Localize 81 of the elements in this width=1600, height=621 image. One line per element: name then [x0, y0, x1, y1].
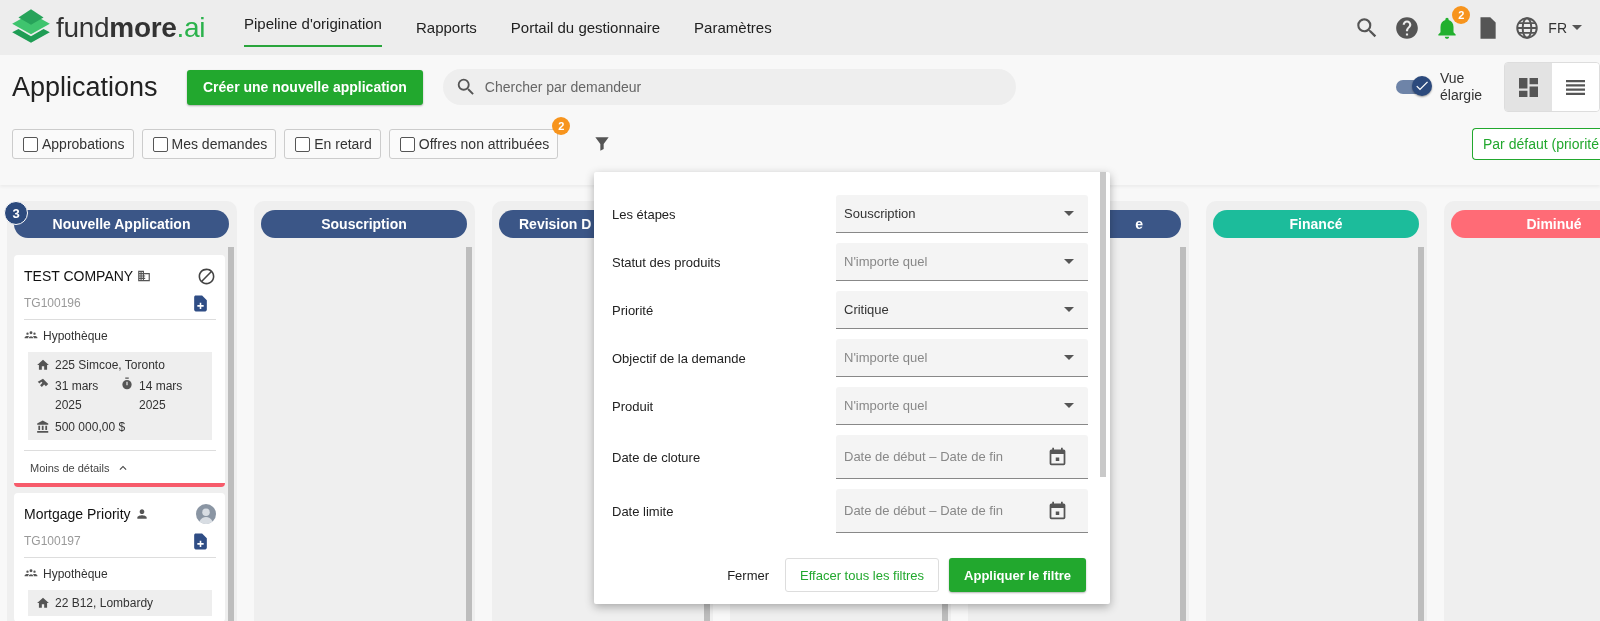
- check-icon: [1416, 81, 1428, 91]
- stage-header: Diminué: [1451, 210, 1600, 238]
- scrollbar[interactable]: [1100, 172, 1106, 477]
- list-view-button[interactable]: [1552, 63, 1599, 111]
- notification-badge: 2: [1452, 5, 1471, 24]
- details-toggle[interactable]: Moins de détails: [24, 450, 216, 483]
- scrollbar[interactable]: [1180, 247, 1186, 621]
- avatar: [196, 504, 216, 524]
- nav-tab[interactable]: Paramètres: [694, 0, 772, 55]
- card-title: TEST COMPANY: [24, 268, 134, 284]
- checkbox[interactable]: [295, 136, 311, 152]
- closing-date: 31 mars 2025: [55, 378, 100, 414]
- application-card[interactable]: TEST COMPANY TG100196 Hypothèque 225 Simcoe, Toronto 31 mars 2025 14 mars 2025 500 000,00 $ Moins de détails: [14, 255, 225, 487]
- caret-icon: [1572, 25, 1582, 30]
- calendar-icon[interactable]: [1047, 446, 1068, 467]
- nav-tab[interactable]: Pipeline d'origination: [244, 0, 382, 47]
- scrollbar[interactable]: [1418, 247, 1424, 621]
- checkbox[interactable]: [399, 136, 415, 152]
- application-card[interactable]: Mortgage Priority TG100197 Hypothèque 22 B12, Lombardy: [14, 493, 225, 621]
- globe-icon[interactable]: [1514, 14, 1541, 41]
- application-id: TG100197: [24, 534, 81, 548]
- count-badge: 3: [4, 201, 28, 225]
- card-title: Mortgage Priority: [24, 506, 131, 522]
- nav-tab[interactable]: Rapports: [415, 0, 477, 55]
- select-field[interactable]: Souscription: [836, 195, 1088, 233]
- application-id: TG100196: [24, 296, 81, 310]
- person-icon: [134, 507, 149, 521]
- filter-chip[interactable]: Approbations: [12, 129, 134, 159]
- address: 225 Simcoe, Toronto: [55, 358, 165, 372]
- home-icon: [36, 596, 50, 610]
- nav-tab[interactable]: Portail du gestionnaire: [510, 0, 661, 55]
- filter-label: Mes demandes: [171, 136, 268, 152]
- search-bar[interactable]: Chercher par demandeur: [442, 69, 1016, 105]
- page-title: Applications: [12, 71, 159, 103]
- product-type: Hypothèque: [43, 329, 108, 343]
- select-field[interactable]: Critique: [836, 291, 1088, 329]
- add-document-icon[interactable]: [191, 293, 210, 313]
- filter-label: Date limite: [612, 503, 674, 519]
- filter-chip[interactable]: Mes demandes: [141, 129, 277, 159]
- scrollbar[interactable]: [228, 247, 234, 621]
- blocked-icon: [197, 266, 216, 286]
- close-button[interactable]: Fermer: [721, 567, 776, 583]
- checkbox[interactable]: [152, 136, 168, 152]
- filter-label: Approbations: [42, 136, 125, 152]
- stage-header: Financé: [1213, 210, 1419, 238]
- filter-label: Objectif de la demande: [612, 350, 746, 366]
- bank-icon: [36, 420, 50, 434]
- board-view-button[interactable]: [1505, 63, 1552, 111]
- filter-label: Date de cloture: [612, 449, 701, 465]
- add-document-icon[interactable]: [191, 531, 210, 551]
- timer-icon: [120, 377, 134, 391]
- caret-icon: [1064, 259, 1074, 264]
- search-input[interactable]: Chercher par demandeur: [482, 78, 1004, 96]
- logo-wordmark: fundmore.ai: [56, 11, 206, 44]
- caret-icon: [1064, 355, 1074, 360]
- filter-label: Offres non attribuées: [418, 136, 550, 152]
- home-icon: [36, 358, 50, 372]
- checkbox[interactable]: [23, 136, 38, 152]
- help-icon[interactable]: [1394, 14, 1421, 41]
- caret-icon: [1064, 403, 1074, 408]
- building-icon: [137, 269, 152, 283]
- filter-label: En retard: [314, 136, 372, 152]
- language-dropdown[interactable]: FR: [1548, 19, 1588, 36]
- dashboard-icon: [1519, 77, 1538, 97]
- filter-label: Produit: [612, 398, 654, 414]
- list-icon: [1566, 77, 1585, 97]
- count-badge: 2: [552, 117, 571, 135]
- stage-header: Souscription: [261, 210, 467, 238]
- deadline-date: 14 mars 2025: [139, 378, 184, 414]
- filter-label: Statut des produits: [612, 254, 721, 270]
- calendar-icon[interactable]: [1047, 500, 1068, 521]
- filter-chip[interactable]: Offres non attribuées: [388, 129, 559, 159]
- loan-amount: 500 000,00 $: [55, 420, 126, 434]
- scrollbar[interactable]: [466, 247, 472, 621]
- filter-chip[interactable]: En retard: [284, 129, 381, 159]
- caret-icon: [1064, 307, 1074, 312]
- address: 22 B12, Lombardy: [55, 596, 154, 610]
- product-type: Hypothèque: [43, 567, 108, 581]
- toggle-label: Vue élargie: [1440, 70, 1484, 104]
- caret-icon: [1064, 211, 1074, 216]
- filter-label: Priorité: [612, 302, 654, 318]
